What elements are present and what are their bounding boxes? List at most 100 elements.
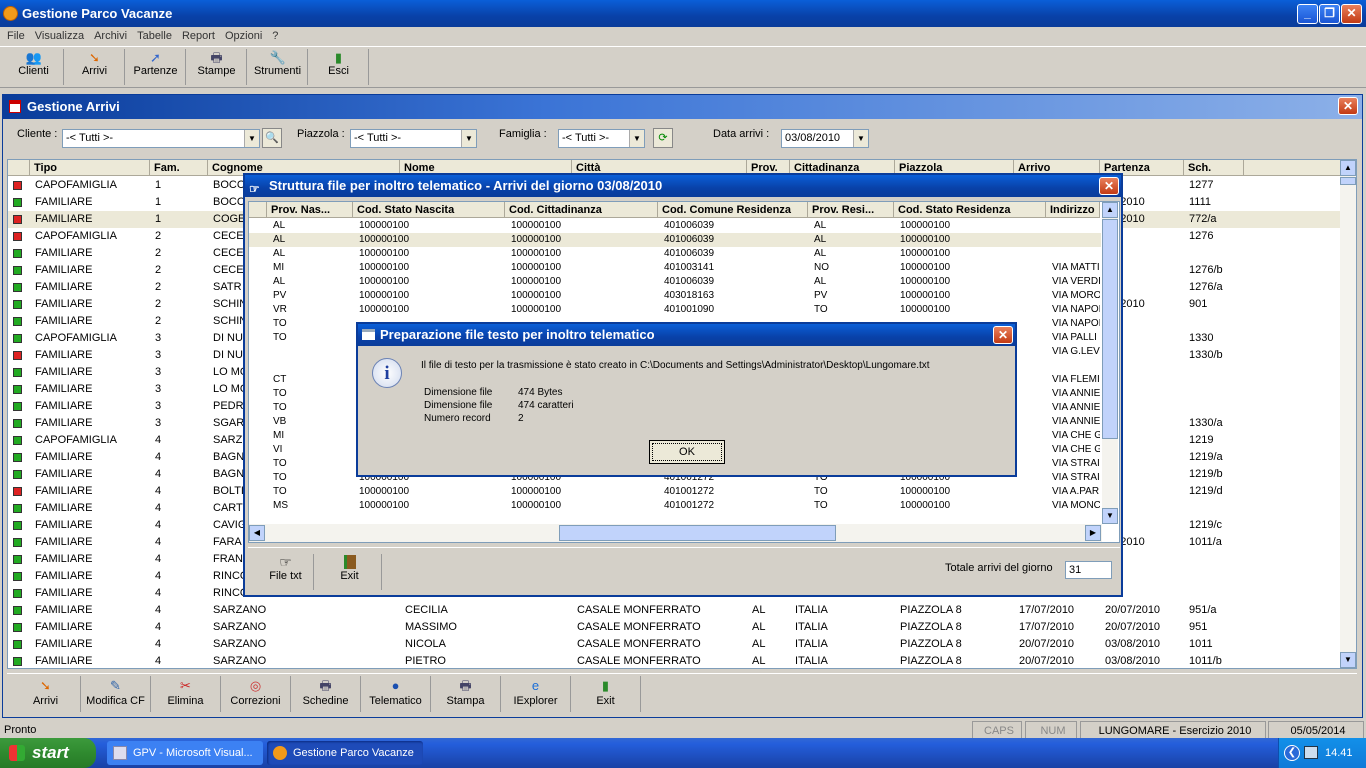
close-button[interactable]: ✕ (1341, 4, 1362, 24)
piazzola-select[interactable]: -< Tutti >- ▼ (350, 129, 477, 148)
table-row[interactable]: FAMILIARE 4 SARZANO NICOLA CASALE MONFERRATO… (8, 636, 1340, 653)
str-hscrollbar[interactable]: ◀ ▶ (249, 524, 1102, 542)
arrivi-close-button[interactable]: ✕ (1338, 97, 1358, 115)
scroll-down-button[interactable]: ▼ (1102, 508, 1118, 524)
struttura-titlebar[interactable]: ☞ Struttura file per inoltro telematico … (245, 175, 1121, 197)
menu-item-1[interactable]: Visualizza (30, 26, 89, 46)
tray-arrow-icon[interactable]: ❮ (1284, 745, 1300, 761)
refresh-button[interactable]: ⟳ (653, 128, 673, 148)
bottom-button-correzioni[interactable]: ◎ Correzioni (221, 676, 291, 712)
minimize-button[interactable]: _ (1297, 4, 1318, 24)
wrench-icon: 🔧 (269, 50, 286, 65)
totale-field[interactable]: 31 (1065, 561, 1112, 579)
printer-icon: 🖶 (210, 50, 223, 65)
cell-fam: 2 (155, 230, 162, 242)
network-icon[interactable] (1304, 746, 1318, 759)
str-table-row[interactable]: MI 100000100 100000100 401003141 NO 100000100… (249, 261, 1101, 275)
famiglia-select[interactable]: -< Tutti >- ▼ (558, 129, 645, 148)
menu-item-5[interactable]: Opzioni (220, 26, 267, 46)
cell-sch (1189, 500, 1243, 517)
str-header-5[interactable]: Cod. Stato Residenza (894, 202, 1046, 218)
str-header-2[interactable]: Cod. Cittadinanza (505, 202, 658, 218)
scroll-thumb[interactable] (1102, 219, 1118, 439)
cell-citta: CASALE MONFERRATO (577, 638, 701, 650)
menu-item-6[interactable]: ? (267, 26, 283, 46)
bottom-button-iexplorer[interactable]: e IExplorer (501, 676, 571, 712)
arrivi-titlebar[interactable]: Gestione Arrivi ✕ (3, 95, 1362, 119)
search-client-button[interactable]: 🔍 (262, 128, 282, 148)
cell-part: 03/08/2010 (1105, 655, 1161, 667)
grid-header-1[interactable]: Fam. (150, 160, 208, 176)
menu-item-2[interactable]: Archivi (89, 26, 132, 46)
menu-item-3[interactable]: Tabelle (132, 26, 177, 46)
detail-key: Dimensione file (424, 400, 493, 411)
str-table-row[interactable]: PV 100000100 100000100 403018163 PV 100000100… (249, 289, 1101, 303)
str-table-row[interactable]: AL 100000100 100000100 401006039 AL 100000100 (249, 233, 1101, 247)
cell-nome: PIETRO (405, 655, 446, 667)
cell-tipo: FAMILIARE (35, 281, 93, 293)
str-table-row[interactable]: AL 100000100 100000100 401006039 AL 100000100… (249, 275, 1101, 289)
str-header-4[interactable]: Prov. Resi... (808, 202, 894, 218)
menu-item-4[interactable]: Report (177, 26, 220, 46)
start-button[interactable]: start (0, 738, 96, 768)
scroll-thumb[interactable] (559, 525, 836, 541)
struttura-exit-button[interactable]: Exit (318, 554, 382, 590)
scroll-down-button[interactable]: ▼ (1340, 652, 1356, 668)
bottom-button-stampa[interactable]: 🖶 Stampa (431, 676, 501, 712)
message-close-button[interactable]: ✕ (993, 326, 1013, 344)
cell-tipo: FAMILIARE (35, 502, 93, 514)
str-cell: AL (814, 220, 827, 231)
app-titlebar[interactable]: Gestione Parco Vacanze _ ❐ ✕ (0, 0, 1366, 27)
toolbar-button-stampe[interactable]: 🖶 Stampe (187, 49, 247, 85)
str-cell: VIA FLEMI (1052, 374, 1100, 385)
scroll-thumb[interactable] (1340, 177, 1356, 185)
cell-sch: 1219/c (1189, 519, 1223, 531)
str-header-0[interactable]: Prov. Nas... (267, 202, 353, 218)
grid-header-10[interactable]: Sch. (1184, 160, 1244, 176)
toolbar-button-clienti[interactable]: 👥 Clienti (4, 49, 64, 85)
cliente-select[interactable]: -< Tutti >- ▼ (62, 129, 260, 148)
str-table-row[interactable]: AL 100000100 100000100 401006039 AL 100000100 (249, 247, 1101, 261)
struttura-close-button[interactable]: ✕ (1099, 177, 1119, 195)
toolbar-button-esci[interactable]: ▮ Esci (309, 49, 369, 85)
data-arrivi-select[interactable]: 03/08/2010 ▼ (781, 129, 869, 148)
scroll-up-button[interactable]: ▲ (1340, 160, 1356, 176)
str-header-1[interactable]: Cod. Stato Nascita (353, 202, 505, 218)
bottom-button-modifica-cf[interactable]: ✎ Modifica CF (81, 676, 151, 712)
toolbar-button-partenze[interactable]: ➚ Partenze (126, 49, 186, 85)
cell-tipo: FAMILIARE (35, 315, 93, 327)
restore-button[interactable]: ❐ (1319, 4, 1340, 24)
table-row[interactable]: FAMILIARE 4 SARZANO PIETRO CASALE MONFERRATO… (8, 653, 1340, 670)
bottom-button-arrivi[interactable]: ➘ Arrivi (11, 676, 81, 712)
str-table-row[interactable]: AL 100000100 100000100 401006039 AL 100000100 (249, 219, 1101, 233)
bottom-button-exit[interactable]: ▮ Exit (571, 676, 641, 712)
str-vscrollbar[interactable]: ▲ ▼ (1102, 202, 1118, 524)
grid-header-0[interactable]: Tipo (30, 160, 150, 176)
scroll-right-button[interactable]: ▶ (1085, 525, 1101, 541)
scroll-left-button[interactable]: ◀ (249, 525, 265, 541)
table-row[interactable]: FAMILIARE 4 SARZANO MASSIMO CASALE MONFERRAT… (8, 619, 1340, 636)
ok-button[interactable]: OK (649, 440, 725, 464)
toolbar-button-strumenti[interactable]: 🔧 Strumenti (248, 49, 308, 85)
bottom-button-telematico[interactable]: ● Telematico (361, 676, 431, 712)
str-header-6[interactable]: Indirizzo (1046, 202, 1100, 218)
taskbar-item-gpv[interactable]: GPV - Microsoft Visual... (107, 741, 263, 765)
taskbar-item-parco[interactable]: Gestione Parco Vacanze (267, 741, 423, 765)
menu-item-0[interactable]: File (2, 26, 30, 46)
str-table-row[interactable]: TO 100000100 100000100 401001272 TO 100000100… (249, 485, 1101, 499)
str-header-3[interactable]: Cod. Comune Residenza (658, 202, 808, 218)
str-table-row[interactable]: VR 100000100 100000100 401001090 TO 100000100… (249, 303, 1101, 317)
scroll-up-button[interactable]: ▲ (1102, 202, 1118, 218)
bottom-button-elimina[interactable]: ✂ Elimina (151, 676, 221, 712)
toolbar-button-arrivi[interactable]: ➘ Arrivi (65, 49, 125, 85)
detail-key: Dimensione file (424, 387, 493, 398)
file-txt-button[interactable]: ☞ File txt (258, 554, 314, 590)
cell-sch (1189, 585, 1243, 602)
str-cell: 403018163 (664, 290, 715, 301)
bottom-button-schedine[interactable]: 🖶 Schedine (291, 676, 361, 712)
message-titlebar[interactable]: Preparazione file testo per inoltro tele… (358, 324, 1015, 346)
detail-value: 2 (518, 413, 524, 424)
grid-vscrollbar[interactable]: ▲ ▼ (1340, 160, 1356, 668)
table-row[interactable]: FAMILIARE 4 SARZANO CECILIA CASALE MONFERRAT… (8, 602, 1340, 619)
str-table-row[interactable]: MS 100000100 100000100 401001272 TO 100000100… (249, 499, 1101, 513)
